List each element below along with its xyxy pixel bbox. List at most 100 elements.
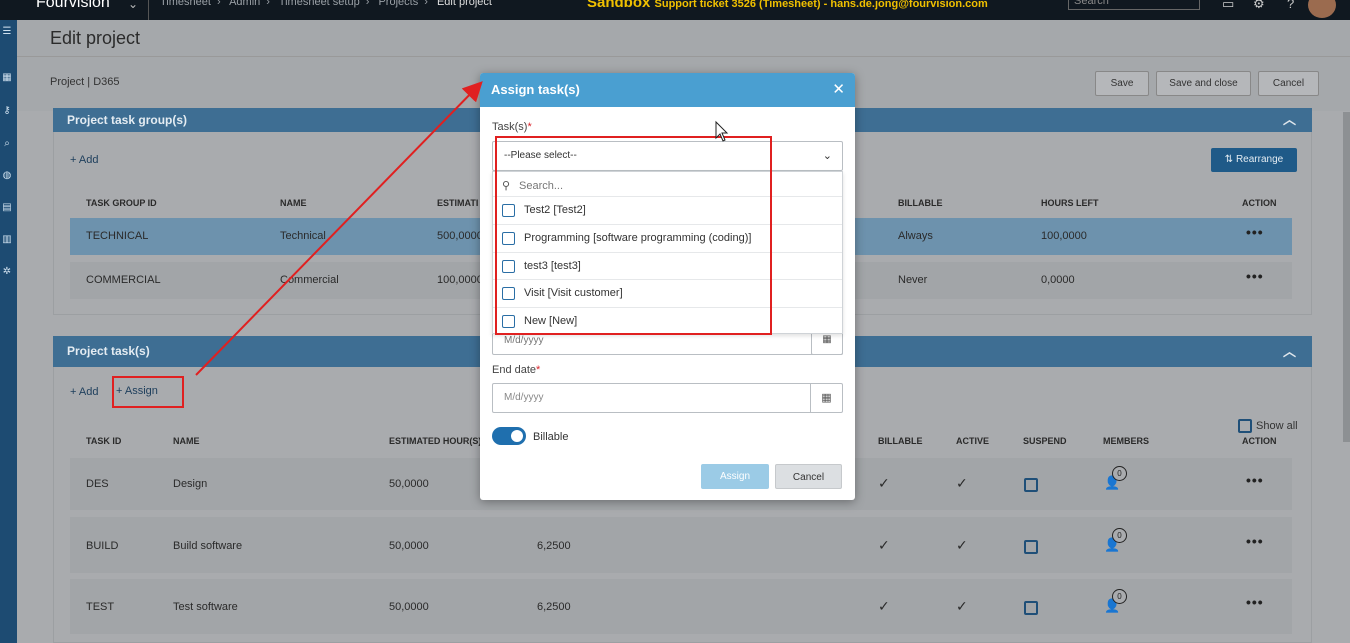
breadcrumb-item[interactable]: Timesheet setup (279, 0, 360, 8)
end-date-label-text: End date (492, 364, 537, 376)
chevron-up-icon[interactable]: ︿ (1283, 336, 1296, 367)
column-header[interactable]: ESTIMATED HOUR(S) (389, 436, 481, 446)
add-task-group-link[interactable]: + Add (70, 154, 98, 166)
globe-icon[interactable]: ◍ (1, 171, 13, 181)
task-id: BUILD (86, 540, 119, 552)
members-icon[interactable]: 👤 0 (1104, 589, 1127, 614)
top-bar: Fourvision ⌄ Timesheet › Admin › Timesheet… (0, 0, 1350, 20)
sandbox-label: Sandbox (587, 0, 651, 11)
suspend-checkbox[interactable] (1024, 478, 1038, 492)
chevron-down-icon[interactable]: ⌄ (823, 142, 832, 170)
save-and-close-button[interactable]: Save and close (1156, 71, 1251, 96)
add-task-link[interactable]: + Add (70, 386, 98, 398)
rearrange-label: Rearrange (1235, 154, 1284, 165)
column-header[interactable]: NAME (280, 198, 307, 208)
task-name: Test software (173, 601, 238, 613)
breadcrumb-item[interactable]: Admin (229, 0, 260, 8)
modal-title: Assign task(s) (491, 82, 580, 97)
settings-icon[interactable]: ✲ (1, 267, 13, 277)
end-date-input[interactable]: M/d/yyyy ▦ (492, 383, 843, 413)
app-logo[interactable]: Fourvision (36, 0, 110, 12)
menu-icon[interactable]: ☰ (1, 27, 13, 37)
billable-toggle[interactable] (492, 427, 526, 445)
gear-icon[interactable]: ⚙ (1253, 0, 1265, 12)
help-icon[interactable]: ? (1287, 0, 1294, 11)
table-row[interactable]: BUILD Build software 50,0000 6,2500 ✓ ✓ … (70, 517, 1292, 573)
more-icon[interactable]: ••• (1246, 268, 1264, 284)
task-group-id: COMMERCIAL (86, 274, 161, 286)
page-scrollbar[interactable] (1343, 112, 1350, 442)
tasks-label-text: Task(s) (492, 121, 528, 133)
annotation-box-dropdown (495, 136, 772, 335)
column-header[interactable]: ACTIVE (956, 436, 989, 446)
members-count: 0 (1112, 528, 1127, 543)
dashboard-icon[interactable]: ▦ (1, 73, 13, 83)
chevron-down-icon[interactable]: ⌄ (128, 0, 138, 11)
task-estimate: 50,0000 (389, 540, 429, 552)
more-icon[interactable]: ••• (1246, 533, 1264, 549)
calendar-icon[interactable]: ▦ (810, 384, 842, 412)
column-header: ACTION (1242, 436, 1277, 446)
active-check-icon: ✓ (956, 475, 968, 491)
close-icon[interactable]: ✕ (832, 73, 845, 107)
more-icon[interactable]: ••• (1246, 594, 1264, 610)
active-check-icon: ✓ (956, 537, 968, 553)
modal-cancel-button[interactable]: Cancel (775, 464, 842, 489)
end-date-placeholder: M/d/yyyy (504, 392, 544, 403)
task-id: TEST (86, 601, 115, 613)
column-header[interactable]: BILLABLE (878, 436, 923, 446)
members-icon[interactable]: 👤 0 (1104, 466, 1127, 491)
column-header[interactable]: BILLABLE (898, 198, 943, 208)
report-icon[interactable]: ▤ (1, 203, 13, 213)
members-count: 0 (1112, 466, 1127, 481)
search-icon[interactable]: ⌕ (1, 139, 13, 149)
task-group-id: TECHNICAL (86, 230, 149, 242)
show-all-checkbox[interactable] (1238, 419, 1252, 433)
billable-label: Billable (533, 431, 569, 443)
tasks-label: Task(s)* (492, 121, 532, 133)
column-header[interactable]: ESTIMATI (437, 198, 478, 208)
breadcrumb-item[interactable]: Timesheet (160, 0, 211, 8)
breadcrumb-item[interactable]: Projects (378, 0, 418, 8)
sort-icon: ⇅ (1224, 154, 1236, 165)
table-row[interactable]: TEST Test software 50,0000 6,2500 ✓ ✓ 👤 0… (70, 579, 1292, 634)
assign-button[interactable]: Assign (701, 464, 769, 489)
column-header[interactable]: NAME (173, 436, 200, 446)
divider (17, 56, 1350, 57)
left-rail: ☰ ▦ ⚷ ⌕ ◍ ▤ ▥ ✲ (0, 20, 17, 643)
task-group-hours-left: 0,0000 (1041, 274, 1075, 286)
task-group-estimate: 500,0000 (437, 230, 483, 242)
billable-check-icon: ✓ (878, 537, 890, 553)
rearrange-button[interactable]: ⇅ Rearrange (1211, 148, 1297, 172)
chevron-up-icon[interactable]: ︿ (1283, 108, 1296, 132)
suspend-checkbox[interactable] (1024, 601, 1038, 615)
column-header[interactable]: TASK GROUP ID (86, 198, 157, 208)
global-search-input[interactable]: Search (1068, 0, 1200, 10)
task-group-name: Commercial (280, 274, 339, 286)
members-icon[interactable]: 👤 0 (1104, 528, 1127, 553)
database-icon[interactable]: ▥ (1, 235, 13, 245)
column-header[interactable]: TASK ID (86, 436, 121, 446)
end-date-label: End date* (492, 364, 540, 376)
column-header[interactable]: MEMBERS (1103, 436, 1149, 446)
cancel-button[interactable]: Cancel (1258, 71, 1319, 96)
task-name: Build software (173, 540, 243, 552)
more-icon[interactable]: ••• (1246, 224, 1264, 240)
key-icon[interactable]: ⚷ (1, 106, 13, 116)
chat-icon[interactable]: ▭ (1222, 0, 1234, 12)
task-estimate: 50,0000 (389, 601, 429, 613)
task-group-billable: Always (898, 230, 933, 242)
show-all-toggle[interactable]: Show all (1238, 419, 1298, 433)
column-header[interactable]: SUSPEND (1023, 436, 1067, 446)
task-hours-left: 6,2500 (537, 540, 571, 552)
avatar[interactable] (1308, 0, 1336, 18)
breadcrumb-current: Edit project (436, 0, 492, 8)
column-header[interactable]: HOURS LEFT (1041, 198, 1099, 208)
task-group-hours-left: 100,0000 (1041, 230, 1087, 242)
suspend-checkbox[interactable] (1024, 540, 1038, 554)
task-name: Design (173, 478, 208, 490)
more-icon[interactable]: ••• (1246, 472, 1264, 488)
active-check-icon: ✓ (956, 598, 968, 614)
divider (148, 0, 149, 20)
save-button[interactable]: Save (1095, 71, 1149, 96)
